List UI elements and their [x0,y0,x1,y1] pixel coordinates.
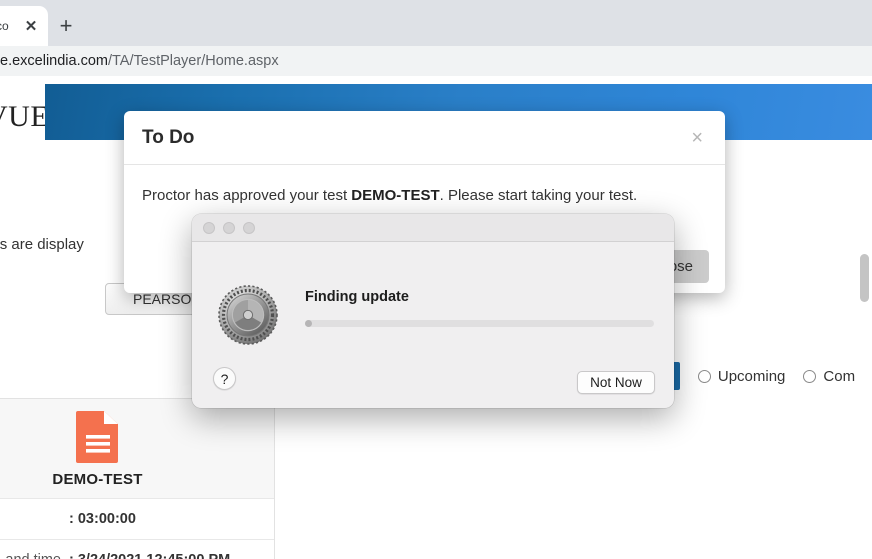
window-minimize-icon[interactable] [223,221,235,234]
test-card-title: DEMO-TEST [52,471,143,488]
detail-value: : 3/24/2021 12:45:00 PM [69,552,230,559]
url-path: /TA/TestPlayer/Home.aspx [108,53,279,69]
new-tab-button[interactable]: + [52,12,80,40]
browser-chrome: co ✕ + [0,0,872,46]
page-scrollbar[interactable] [860,254,869,302]
radio-icon[interactable] [697,369,711,383]
progress-knob [305,320,312,327]
document-icon [75,409,121,463]
filter-completed-label: Com [823,367,856,385]
test-details-info-text: st details are display [0,236,84,253]
pearson-vue-logo: VUE [0,100,50,133]
modal-message-prefix: Proctor has approved your test [142,187,352,204]
window-close-icon[interactable] [203,221,215,234]
url-text: e.excelindia.com/TA/TestPlayer/Home.aspx [0,53,279,69]
modal-header: To Do × [124,111,725,165]
tab-close-icon[interactable]: ✕ [22,17,40,35]
address-bar[interactable]: e.excelindia.com/TA/TestPlayer/Home.aspx [0,46,872,76]
table-row: and time : 3/24/2021 12:45:00 PM [0,539,274,559]
detail-label: and time [0,552,69,559]
software-update-dialog: Finding update ? Not Now [192,214,674,408]
modal-body: Proctor has approved your test DEMO-TEST… [124,165,725,204]
system-preferences-gear-icon [217,284,279,346]
update-progress-bar [305,320,654,327]
test-card[interactable]: DEMO-TEST [0,398,275,498]
mac-titlebar[interactable] [192,214,674,242]
not-now-button[interactable]: Not Now [577,371,655,394]
table-row: : 03:00:00 [0,498,274,539]
modal-title: To Do [142,126,195,148]
update-status-title: Finding update [305,289,409,305]
browser-tab[interactable]: co ✕ [0,6,48,46]
tab-title: co [0,19,9,33]
modal-close-icon[interactable]: × [687,126,707,150]
filter-upcoming-label: Upcoming [717,367,786,385]
url-host: e.excelindia.com [0,53,108,69]
filter-upcoming[interactable]: Upcoming [697,367,786,385]
window-zoom-icon[interactable] [243,221,255,234]
filter-completed[interactable]: Com [803,368,855,385]
mac-dialog-body: Finding update ? Not Now [192,242,674,408]
help-button[interactable]: ? [213,367,236,390]
modal-message-test-name: DEMO-TEST [351,187,440,204]
radio-icon[interactable] [803,369,817,383]
modal-message-suffix: . Please start taking your test. [439,187,638,204]
detail-value: : 03:00:00 [69,511,136,527]
test-detail-table: : 03:00:00 and time : 3/24/2021 12:45:00… [0,498,275,559]
